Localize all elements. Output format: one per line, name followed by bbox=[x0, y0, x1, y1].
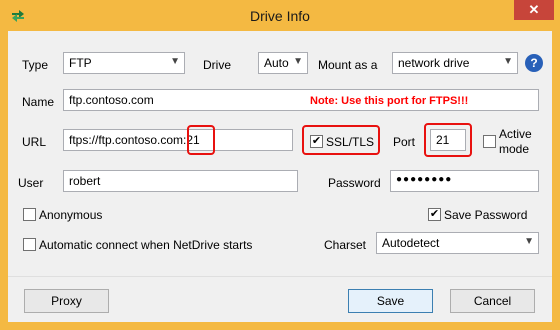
button-bar: Proxy Save Cancel bbox=[8, 276, 552, 322]
drive-label: Drive bbox=[203, 58, 232, 72]
user-field[interactable]: robert bbox=[63, 170, 298, 192]
active-mode-label-line2: mode bbox=[499, 142, 530, 156]
proxy-button[interactable]: Proxy bbox=[24, 289, 109, 313]
save-password-checkbox[interactable]: ✔ bbox=[428, 208, 441, 221]
charset-select[interactable]: Autodetect ▼ bbox=[376, 232, 539, 254]
title-bar[interactable]: Drive Info ✕ bbox=[0, 0, 560, 31]
user-label: User bbox=[18, 176, 44, 190]
mount-label: Mount as a bbox=[318, 58, 378, 72]
dialog-body: Type FTP ▼ Drive Auto ▼ Mount as a netwo… bbox=[8, 31, 552, 322]
user-field-value: robert bbox=[69, 174, 101, 188]
url-port-highlight bbox=[187, 125, 215, 155]
url-field-value: ftps://ftp.contoso.com:21 bbox=[69, 133, 200, 147]
active-mode-checkbox[interactable] bbox=[483, 135, 496, 148]
port-label: Port bbox=[393, 135, 416, 149]
url-field[interactable]: ftps://ftp.contoso.com:21 bbox=[63, 129, 293, 151]
active-mode-label-line1: Active bbox=[499, 127, 532, 141]
save-password-label: Save Password bbox=[444, 208, 528, 222]
help-circle-icon[interactable]: ? bbox=[525, 54, 543, 72]
type-label: Type bbox=[22, 58, 49, 72]
save-button[interactable]: Save bbox=[348, 289, 433, 313]
port-field-value: 21 bbox=[436, 133, 450, 147]
password-field[interactable]: ●●●●●●●● bbox=[390, 170, 539, 192]
drive-info-window: Drive Info ✕ Type FTP ▼ Drive Auto ▼ Mou… bbox=[0, 0, 560, 330]
auto-connect-checkbox[interactable] bbox=[23, 238, 36, 251]
chevron-down-icon: ▼ bbox=[503, 56, 513, 67]
charset-select-value: Autodetect bbox=[382, 236, 440, 250]
type-select[interactable]: FTP ▼ bbox=[63, 52, 185, 74]
close-button[interactable]: ✕ bbox=[514, 0, 554, 20]
port-field[interactable]: 21 bbox=[430, 129, 466, 151]
chevron-down-icon: ▼ bbox=[293, 56, 303, 67]
window-title: Drive Info bbox=[250, 8, 310, 24]
ssl-label: SSL/TLS bbox=[326, 135, 375, 149]
close-icon: ✕ bbox=[528, 2, 540, 17]
name-label: Name bbox=[22, 95, 55, 109]
type-select-value: FTP bbox=[69, 56, 92, 70]
anonymous-label: Anonymous bbox=[39, 208, 103, 222]
url-label: URL bbox=[22, 135, 47, 149]
auto-connect-label: Automatic connect when NetDrive starts bbox=[39, 238, 253, 252]
mount-select-value: network drive bbox=[398, 56, 470, 70]
drive-select[interactable]: Auto ▼ bbox=[258, 52, 308, 74]
chevron-down-icon: ▼ bbox=[170, 56, 180, 67]
ssl-checkbox[interactable]: ✔ bbox=[310, 135, 323, 148]
anonymous-checkbox[interactable] bbox=[23, 208, 36, 221]
mount-select[interactable]: network drive ▼ bbox=[392, 52, 518, 74]
password-label: Password bbox=[328, 176, 381, 190]
ftps-port-note: Note: Use this port for FTPS!!! bbox=[310, 95, 469, 107]
drive-select-value: Auto bbox=[264, 56, 289, 70]
name-field-value: ftp.contoso.com bbox=[69, 93, 154, 107]
charset-label: Charset bbox=[324, 238, 367, 252]
password-field-value: ●●●●●●●● bbox=[396, 174, 453, 185]
cancel-button[interactable]: Cancel bbox=[450, 289, 535, 313]
chevron-down-icon: ▼ bbox=[524, 236, 534, 247]
